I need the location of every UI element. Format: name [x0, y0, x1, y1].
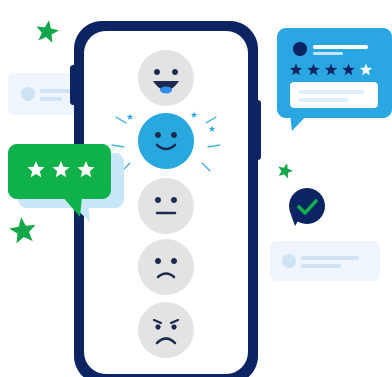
faint-comment-card-right [270, 241, 380, 281]
star-icon [9, 217, 36, 244]
eye [154, 69, 160, 75]
emoji-face [138, 50, 194, 106]
review-card [277, 28, 392, 131]
avatar [21, 87, 35, 101]
text-line [40, 89, 72, 93]
avatar [282, 254, 296, 268]
text-line [40, 97, 62, 101]
badge-circle [289, 188, 325, 224]
reviewer-avatar [293, 42, 307, 56]
reviewer-name-line [313, 45, 368, 49]
star-icon [36, 20, 59, 43]
emoji-face [138, 239, 194, 295]
star-icon [278, 163, 293, 179]
eye [155, 258, 161, 264]
text-line [301, 256, 359, 260]
emoji-neutral [138, 178, 194, 234]
review-text-line [298, 90, 364, 94]
eye [155, 132, 161, 138]
text-line [301, 264, 341, 268]
emoji-sad [138, 239, 194, 295]
eye [155, 324, 161, 330]
emoji-face [138, 302, 194, 358]
eye [171, 258, 177, 264]
tongue [160, 86, 172, 94]
emoji-happy [138, 113, 194, 169]
eye [171, 324, 177, 330]
emoji-face [138, 178, 194, 234]
feedback-illustration [0, 0, 392, 377]
review-card-tail [290, 114, 308, 131]
eye [155, 197, 161, 203]
emoji-rating-scale [138, 50, 194, 358]
review-text-box [290, 82, 378, 108]
eye [171, 197, 177, 203]
emoji-face [138, 113, 194, 169]
check-badge [289, 188, 325, 226]
emoji-very-sad [138, 302, 194, 358]
review-text-line [298, 98, 348, 102]
reviewer-meta-line [313, 52, 343, 55]
emoji-very-happy [138, 50, 194, 106]
eye [171, 132, 177, 138]
eye [172, 69, 178, 75]
illustration-canvas [8, 20, 392, 377]
